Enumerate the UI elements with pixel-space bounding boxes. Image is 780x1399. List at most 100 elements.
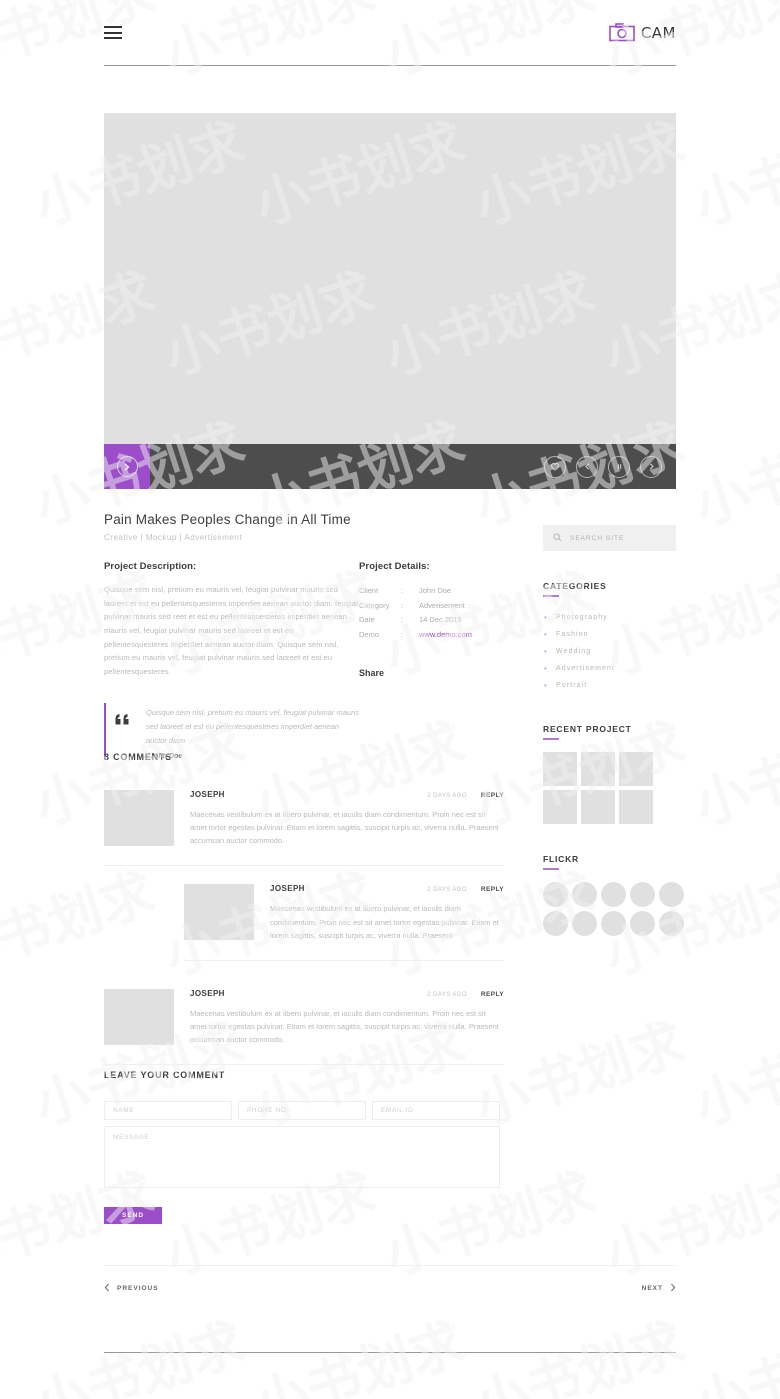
flickr-thumb[interactable] — [543, 882, 568, 907]
avatar — [104, 790, 174, 846]
hamburger-line — [104, 31, 122, 34]
details-table: Client : John Doe Category : Adverisemen… — [359, 584, 504, 643]
flickr-heading: FLICKR — [543, 854, 579, 864]
category-item[interactable]: Wedding — [543, 643, 676, 660]
comment-item: JOSEPH 2 DAYS AGO REPLY Maecenas vestibu… — [104, 790, 504, 867]
comment-body: JOSEPH 2 DAYS AGO REPLY Maecenas vestibu… — [270, 884, 504, 941]
recent-project-thumb[interactable] — [543, 790, 577, 824]
categories-list: Photography Fashion Wedding Advertisemen… — [543, 609, 676, 694]
site-logo[interactable]: CAM — [609, 23, 676, 42]
details-row: Date : 14 Dec 2015 — [359, 613, 504, 628]
search-box[interactable] — [543, 525, 676, 551]
reply-link[interactable]: REPLY — [481, 792, 504, 799]
project-content: Pain Makes Peoples Change in All Time Cr… — [104, 512, 504, 761]
search-icon — [553, 529, 562, 547]
comment-body: JOSEPH 2 DAYS AGO REPLY Maecenas vestibu… — [190, 989, 504, 1046]
message-textarea[interactable] — [104, 1126, 500, 1188]
chevron-right-icon — [670, 1283, 676, 1294]
name-input[interactable] — [104, 1101, 232, 1120]
slider-controls — [544, 455, 676, 478]
comment-text: Maecenas vestibulum ex at libero pulvina… — [270, 904, 499, 940]
hamburger-line — [104, 37, 122, 39]
reply-link[interactable]: REPLY — [481, 991, 504, 998]
blockquote-text: Quisque sem nisl, pretium eu mauris vel,… — [146, 708, 360, 746]
slider-expand-button[interactable] — [104, 444, 150, 489]
description-text: Quisque sem nisl, pretium eu mauris vel,… — [104, 585, 359, 676]
details-key: Category — [359, 600, 390, 610]
details-heading: Project Details: — [359, 561, 430, 572]
comment-header: JOSEPH 2 DAYS AGO REPLY — [270, 884, 504, 893]
recent-project-thumb[interactable] — [581, 752, 615, 786]
categories-block: CATEGORIES Photography Fashion Wedding A… — [543, 581, 676, 694]
avatar — [104, 988, 174, 1045]
watermark-text: 小书划求 — [467, 1310, 692, 1399]
details-separator: : — [401, 615, 404, 625]
details-value: 14 Dec 2015 — [419, 615, 462, 625]
slider-image-placeholder — [104, 113, 676, 444]
flickr-thumb[interactable] — [601, 882, 626, 907]
categories-heading: CATEGORIES — [543, 581, 607, 591]
comment-timestamp: 2 DAYS AGO — [427, 991, 467, 998]
hamburger-line — [104, 26, 122, 28]
recent-project-thumb[interactable] — [619, 790, 653, 824]
comment-timestamp: 2 DAYS AGO — [427, 887, 467, 894]
details-value: Adverisement — [419, 600, 465, 610]
flickr-thumb[interactable] — [659, 911, 684, 936]
comments-heading: 3 COMMENTS — [104, 752, 173, 762]
watermark-text: 小书划求 — [27, 1310, 252, 1399]
category-item[interactable]: Photography — [543, 609, 676, 626]
comment-author: JOSEPH — [190, 790, 225, 799]
category-item[interactable]: Portrait — [543, 677, 676, 694]
prev-button[interactable] — [576, 455, 598, 478]
like-button[interactable] — [544, 455, 566, 478]
previous-label: PREVIOUS — [117, 1285, 159, 1292]
recent-project-thumb[interactable] — [581, 790, 615, 824]
details-separator: : — [401, 586, 404, 595]
recent-project-thumb[interactable] — [619, 752, 653, 786]
details-separator: : — [401, 629, 404, 639]
next-button[interactable]: NEXT — [642, 1283, 676, 1294]
next-button[interactable] — [640, 455, 662, 478]
project-tags: Creative | Mockup | Advertisement — [104, 533, 243, 542]
watermark-text: 小书划求 — [687, 1010, 780, 1138]
flickr-thumb[interactable] — [630, 882, 655, 907]
comment-meta: 2 DAYS AGO REPLY — [427, 792, 504, 799]
email-input[interactable] — [372, 1101, 500, 1120]
footer-divider — [104, 1352, 676, 1353]
comment-form: LEAVE YOUR COMMENT SEND — [104, 1070, 500, 1224]
comment-form-row — [104, 1101, 500, 1120]
flickr-thumb[interactable] — [572, 882, 597, 907]
details-row: Demo : www.demo.com — [359, 628, 504, 643]
comment-form-heading: LEAVE YOUR COMMENT — [104, 1070, 226, 1080]
avatar — [184, 884, 254, 941]
project-description-column: Project Description: Quisque sem nisl, p… — [104, 561, 359, 678]
flickr-thumb[interactable] — [659, 882, 684, 907]
previous-button[interactable]: PREVIOUS — [104, 1283, 159, 1294]
flickr-thumb[interactable] — [630, 911, 655, 936]
search-input[interactable] — [570, 534, 666, 542]
recent-project-block: RECENT PROJECT — [543, 724, 676, 824]
comment-text: Maecenas vestibulum ex at libero pulvina… — [190, 1008, 499, 1044]
flickr-thumb[interactable] — [601, 911, 626, 936]
flickr-thumb[interactable] — [543, 911, 568, 936]
category-item[interactable]: Advertisement — [543, 660, 676, 677]
details-row: Client : John Doe — [359, 584, 504, 599]
comment-meta: 2 DAYS AGO REPLY — [427, 991, 504, 998]
phone-input[interactable] — [238, 1101, 366, 1120]
camera-icon — [609, 23, 635, 42]
send-button[interactable]: SEND — [104, 1207, 162, 1224]
comment-item: JOSEPH 2 DAYS AGO REPLY Maecenas vestibu… — [184, 884, 504, 961]
reply-link[interactable]: REPLY — [481, 886, 504, 893]
pause-button[interactable] — [608, 455, 630, 478]
flickr-block: FLICKR — [543, 854, 684, 936]
comment-body: JOSEPH 2 DAYS AGO REPLY Maecenas vestibu… — [190, 790, 504, 847]
flickr-thumb[interactable] — [572, 911, 597, 936]
project-details-column: Project Details: Client : John Doe Categ… — [359, 561, 504, 678]
category-item[interactable]: Fashion — [543, 626, 676, 643]
comment-header: JOSEPH 2 DAYS AGO REPLY — [190, 790, 504, 799]
comment-author: JOSEPH — [270, 884, 305, 894]
demo-link[interactable]: www.demo.com — [419, 628, 472, 643]
recent-project-thumb[interactable] — [543, 752, 577, 786]
hamburger-icon[interactable] — [104, 26, 122, 39]
comment-timestamp: 2 DAYS AGO — [427, 793, 467, 799]
